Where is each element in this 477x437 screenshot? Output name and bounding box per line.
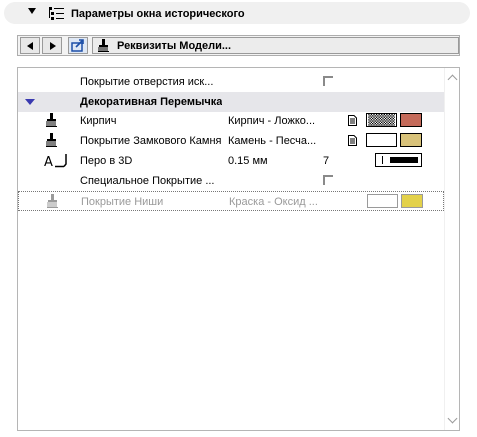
next-button[interactable] bbox=[42, 37, 62, 54]
model-attributes-button[interactable]: Реквизиты Модели... bbox=[92, 37, 459, 54]
param-name: Перо в 3D bbox=[80, 155, 133, 167]
param-name: Покрытие Ниши bbox=[81, 196, 164, 208]
param-name: Покрытие Замкового Камня bbox=[80, 135, 222, 147]
keystone-pattern-swatch[interactable] bbox=[366, 133, 397, 147]
list-item-keystone[interactable]: Покрытие Замкового Камня Камень - Песча.… bbox=[18, 131, 444, 151]
pen-icon: A bbox=[44, 154, 67, 168]
scroll-down-icon[interactable] bbox=[447, 413, 458, 424]
export-button[interactable] bbox=[68, 37, 88, 54]
brick-pattern-swatch[interactable] bbox=[366, 113, 397, 127]
panel-header[interactable]: Параметры окна исторического bbox=[4, 2, 470, 24]
panel-title: Параметры окна исторического bbox=[71, 8, 245, 20]
list-item-pen-3d[interactable]: A Перо в 3D 0.15 мм 7 bbox=[18, 151, 444, 171]
arrow-left-icon bbox=[27, 42, 33, 50]
param-value[interactable]: 0.15 мм bbox=[228, 155, 308, 167]
brush-icon bbox=[46, 133, 57, 147]
expand-arrow-icon[interactable] bbox=[25, 99, 35, 105]
param-checkbox[interactable] bbox=[323, 76, 333, 86]
prev-button[interactable] bbox=[20, 37, 40, 54]
pen-bar bbox=[390, 157, 418, 163]
collapse-arrow-icon[interactable] bbox=[28, 8, 36, 14]
brush-icon bbox=[47, 194, 58, 208]
param-checkbox[interactable] bbox=[323, 175, 333, 185]
param-value[interactable]: Камень - Песча... bbox=[228, 135, 336, 147]
pen-number[interactable]: 7 bbox=[323, 155, 329, 167]
group-title: Декоративная Перемычка bbox=[80, 96, 223, 108]
scroll-up-icon[interactable] bbox=[447, 74, 458, 85]
niche-color-swatch[interactable] bbox=[401, 194, 423, 208]
model-attributes-label: Реквизиты Модели... bbox=[117, 40, 232, 52]
brush-icon bbox=[46, 113, 57, 127]
brick-color-swatch[interactable] bbox=[400, 113, 422, 127]
svg-text:A: A bbox=[44, 155, 53, 168]
vertical-scrollbar[interactable] bbox=[444, 68, 459, 430]
param-value[interactable]: Кирпич - Ложко... bbox=[228, 115, 336, 127]
pen-tick bbox=[382, 156, 383, 164]
list-item-niche-covering[interactable]: Покрытие Ниши Краска - Оксид ... bbox=[18, 191, 444, 211]
pen-weight-swatch[interactable] bbox=[375, 153, 422, 167]
list-item-special-covering[interactable]: Специальное Покрытие ... bbox=[18, 171, 444, 191]
param-name: Специальное Покрытие ... bbox=[80, 175, 215, 187]
toolbar: Реквизиты Модели... bbox=[17, 35, 460, 56]
list-item-opening-covering[interactable]: Покрытие отверстия иск... bbox=[18, 72, 444, 92]
param-name: Кирпич bbox=[80, 115, 117, 127]
list-item-brick[interactable]: Кирпич Кирпич - Ложко... bbox=[18, 111, 444, 131]
document-icon[interactable] bbox=[348, 135, 357, 146]
group-row-decorative-lintel[interactable]: Декоративная Перемычка bbox=[18, 92, 444, 112]
export-icon bbox=[71, 39, 84, 52]
document-icon[interactable] bbox=[348, 115, 357, 126]
parameter-list: Покрытие отверстия иск... Декоративная П… bbox=[17, 67, 460, 431]
keystone-color-swatch[interactable] bbox=[400, 133, 422, 147]
arrow-right-icon bbox=[50, 42, 56, 50]
tree-list-icon bbox=[49, 7, 64, 20]
param-value[interactable]: Краска - Оксид ... bbox=[229, 196, 337, 208]
param-name: Покрытие отверстия иск... bbox=[80, 76, 214, 88]
niche-pattern-swatch[interactable] bbox=[367, 194, 398, 208]
brush-icon bbox=[98, 39, 109, 52]
